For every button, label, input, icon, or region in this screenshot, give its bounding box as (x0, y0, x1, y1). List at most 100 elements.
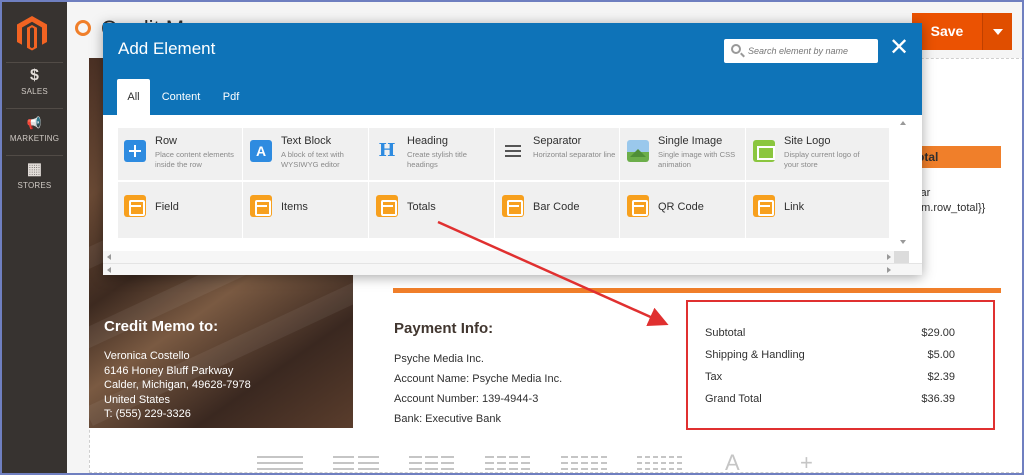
element-name: Link (784, 201, 805, 213)
tab-all[interactable]: All (117, 79, 150, 115)
element-tile-text-block[interactable]: A Text Block A block of text with WYSIWY… (244, 128, 368, 180)
search-box[interactable] (724, 39, 878, 63)
vertical-scrollbar[interactable] (898, 117, 908, 247)
element-tile-separator[interactable]: Separator Horizontal separator line (496, 128, 620, 180)
template-code-snippet: var em.row_total}} (915, 186, 985, 216)
totals-row: Subtotal $29.00 (705, 327, 955, 339)
element-tile-totals[interactable]: Totals (370, 183, 494, 235)
tab-content[interactable]: Content (156, 79, 206, 115)
scroll-right-icon[interactable] (887, 267, 891, 273)
row-divider (118, 180, 889, 182)
box-icon (502, 195, 524, 217)
search-input[interactable] (748, 42, 873, 60)
scroll-right-icon[interactable] (887, 254, 891, 260)
loading-ring-icon (75, 20, 91, 36)
box-icon (250, 195, 272, 217)
text-element-icon[interactable]: A (725, 450, 740, 475)
layout-six-column-icon[interactable] (637, 454, 683, 474)
scroll-down-icon[interactable] (900, 240, 906, 244)
scroll-left-icon[interactable] (107, 267, 111, 273)
payment-line: Bank: Executive Bank (394, 413, 502, 425)
admin-sidebar: $ SALES 📢 MARKETING ▦ STORES (2, 2, 67, 473)
add-element-icon[interactable]: + (800, 450, 813, 475)
sidebar-item-sales[interactable]: $ SALES (2, 67, 67, 97)
layout-three-column-icon[interactable] (409, 454, 455, 474)
credit-memo-to-heading: Credit Memo to: (104, 318, 219, 335)
tab-pdf[interactable]: Pdf (213, 79, 249, 115)
element-tile-field[interactable]: Field (118, 183, 242, 235)
layout-five-column-icon[interactable] (561, 454, 607, 474)
save-options-toggle[interactable] (982, 13, 1012, 50)
section-divider (393, 288, 1001, 293)
dollar-icon: $ (29, 67, 40, 84)
address-line: 6146 Honey Bluff Parkway (104, 364, 234, 377)
element-name: Items (281, 201, 308, 213)
scroll-left-icon[interactable] (107, 254, 111, 260)
element-description: Place content elements inside the row (155, 150, 234, 169)
element-tile-site-logo[interactable]: Site Logo Display current logo of your s… (747, 128, 871, 180)
totals-row: Grand Total $36.39 (705, 393, 955, 405)
scroll-up-icon[interactable] (900, 121, 906, 125)
close-button[interactable]: ✕ (886, 36, 912, 62)
address-line: United States (104, 393, 171, 406)
nav-divider (6, 62, 63, 63)
element-description: Single image with CSS animation (658, 150, 736, 169)
totals-block[interactable]: Subtotal $29.00 Shipping & Handling $5.0… (686, 300, 995, 430)
store-icon: ▦ (26, 161, 43, 178)
element-tile-bar-code[interactable]: Bar Code (496, 183, 620, 235)
element-name: Site Logo (784, 135, 831, 147)
save-button[interactable]: Save (912, 13, 982, 50)
nav-divider (6, 108, 63, 109)
payment-info-block[interactable]: Payment Info: Psyche Media Inc. Account … (394, 320, 562, 429)
payment-line: Account Name: Psyche Media Inc. (394, 373, 563, 385)
code-line: em.row_total}} (915, 202, 986, 214)
sidebar-item-stores[interactable]: ▦ STORES (2, 161, 67, 191)
add-element-modal: Add Element ✕ All Content Pdf Row Place … (103, 23, 922, 275)
element-name: Totals (407, 201, 436, 213)
chevron-down-icon (993, 29, 1003, 35)
layout-two-column-icon[interactable] (333, 454, 379, 474)
nav-divider (6, 155, 63, 156)
payment-line: Account Number: 139-4944-3 (394, 393, 539, 405)
totals-value: $29.00 (921, 327, 955, 339)
horizontal-scrollbar[interactable] (103, 251, 903, 263)
element-tile-qr-code[interactable]: QR Code (621, 183, 745, 235)
totals-value: $2.39 (927, 371, 955, 383)
layout-four-column-icon[interactable] (485, 454, 531, 474)
totals-value: $5.00 (927, 349, 955, 361)
element-name: QR Code (658, 201, 704, 213)
element-name: Field (155, 201, 179, 213)
address-line: Calder, Michigan, 49628-7978 (104, 379, 251, 391)
element-description: Horizontal separator line (533, 150, 616, 159)
credit-memo-to-block[interactable]: Credit Memo to: Veronica Costello 6146 H… (104, 318, 251, 422)
sidebar-item-label: SALES (21, 87, 48, 96)
megaphone-icon: 📢 (26, 116, 43, 130)
box-icon (376, 195, 398, 217)
element-tile-row[interactable]: Row Place content elements inside the ro… (118, 128, 242, 180)
element-name: Single Image (658, 135, 723, 147)
element-name: Separator (533, 135, 582, 147)
magento-logo-icon[interactable] (15, 14, 49, 52)
layout-toolbar: A + (257, 450, 817, 475)
totals-label: Subtotal (705, 327, 746, 339)
element-tile-heading[interactable]: H Heading Create stylish title headings (370, 128, 494, 180)
totals-label: Grand Total (705, 393, 762, 405)
element-tile-link[interactable]: Link (747, 183, 871, 235)
element-tile-items[interactable]: Items (244, 183, 368, 235)
box-icon (627, 195, 649, 217)
payment-line: Psyche Media Inc. (394, 353, 484, 365)
outer-horizontal-scrollbar[interactable] (103, 263, 922, 275)
totals-label: Shipping & Handling (705, 349, 805, 361)
code-line: var (915, 187, 931, 199)
element-name: Heading (407, 135, 448, 147)
text-block-icon: A (250, 140, 272, 162)
heading-icon: H (378, 140, 396, 161)
layout-one-column-icon[interactable] (257, 454, 303, 474)
image-icon (627, 140, 649, 162)
items-total-column-header: otal (913, 146, 1001, 168)
element-tile-single-image[interactable]: Single Image Single image with CSS anima… (621, 128, 745, 180)
logo-icon (753, 140, 775, 162)
address-line: Veronica Costello (104, 350, 190, 362)
sidebar-item-marketing[interactable]: 📢 MARKETING (2, 115, 67, 143)
element-name: Row (155, 135, 178, 147)
